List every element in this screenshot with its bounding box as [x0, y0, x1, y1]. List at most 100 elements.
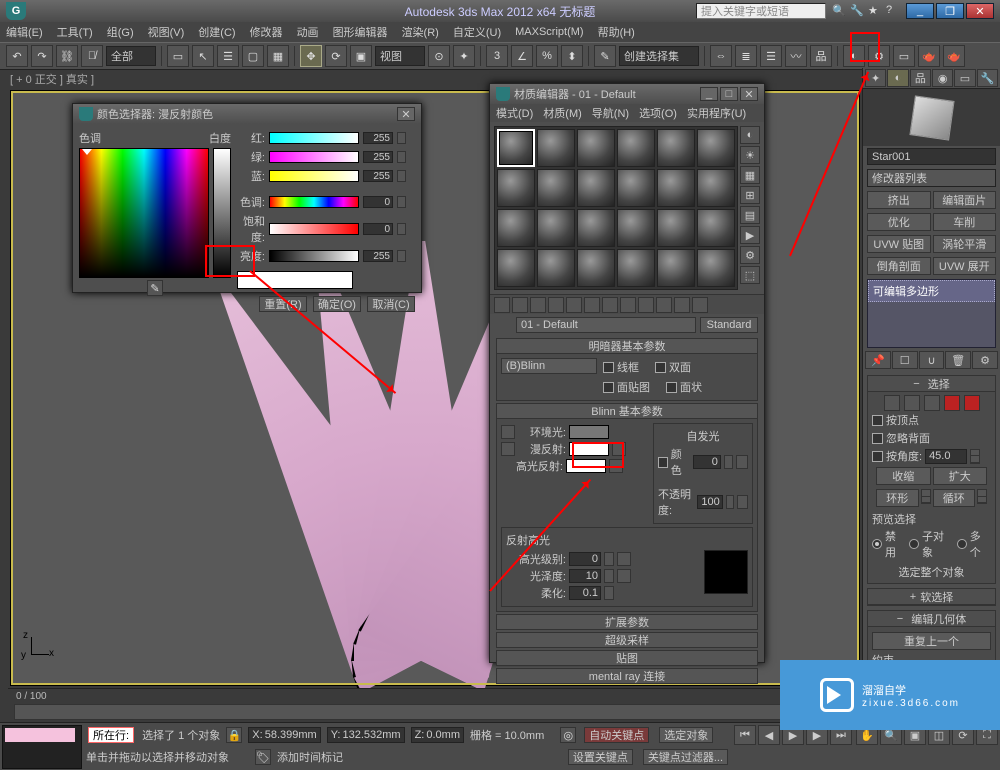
v-slider[interactable]	[269, 250, 359, 262]
btn-optimize[interactable]: 优化	[867, 213, 931, 231]
me-menu-nav[interactable]: 导航(N)	[592, 105, 629, 121]
make-copy[interactable]	[566, 297, 582, 313]
select-region[interactable]: ▢	[242, 45, 264, 67]
facemap-check[interactable]	[603, 382, 614, 393]
wire-check[interactable]	[603, 362, 614, 373]
byangle-check[interactable]	[872, 451, 883, 462]
angle-value[interactable]: 45.0	[925, 449, 967, 464]
soften-spinner[interactable]	[604, 586, 614, 600]
motion-tab[interactable]: ◉	[932, 69, 953, 87]
material-editor-button[interactable]: ◐	[843, 45, 865, 67]
get-material[interactable]	[494, 297, 510, 313]
shader-basic-rollout[interactable]: 明暗器基本参数	[496, 338, 758, 354]
border-subobj[interactable]	[924, 395, 940, 411]
unlink-button[interactable]: ⛓̸	[81, 45, 103, 67]
material-slot[interactable]	[697, 169, 735, 207]
select-by-mat[interactable]: ⬚	[740, 266, 760, 284]
selection-rollout[interactable]: 选择	[868, 376, 995, 392]
script-line-label[interactable]: 所在行:	[88, 727, 134, 743]
snap-button[interactable]: 3	[486, 45, 508, 67]
b-slider[interactable]	[269, 170, 359, 182]
filter-dropdown[interactable]: 全部	[106, 46, 156, 66]
menu-modifiers[interactable]: 修改器	[250, 24, 283, 40]
select-name[interactable]: ☰	[217, 45, 239, 67]
diffuse-lock[interactable]	[501, 442, 515, 456]
pivot-button[interactable]: ⊙	[428, 45, 450, 67]
subobj-radio[interactable]	[909, 539, 919, 549]
me-close[interactable]: ✕	[740, 87, 758, 101]
material-slot[interactable]	[537, 129, 575, 167]
v-spinner[interactable]	[397, 250, 406, 262]
modifier-list[interactable]: 修改器列表	[867, 169, 996, 187]
menu-views[interactable]: 视图(V)	[148, 24, 185, 40]
si-spinner[interactable]	[724, 455, 733, 469]
time-tag[interactable]: 🏷	[255, 749, 271, 765]
h-spinner[interactable]	[397, 196, 406, 208]
me-menu-options[interactable]: 选项(O)	[639, 105, 677, 121]
btn-editpatch[interactable]: 编辑面片	[933, 191, 997, 209]
refcoord-dropdown[interactable]: 视图	[375, 46, 425, 66]
material-slot[interactable]	[657, 129, 695, 167]
menu-help[interactable]: 帮助(H)	[598, 24, 635, 40]
schematic-view[interactable]: 品	[810, 45, 832, 67]
redo-button[interactable]: ↷	[31, 45, 53, 67]
btn-uvwunwrap[interactable]: UVW 展开	[933, 257, 997, 275]
render-button[interactable]: 🫖	[918, 45, 940, 67]
material-slot[interactable]	[537, 249, 575, 287]
prev-frame[interactable]: ◀	[758, 725, 780, 745]
make-unique[interactable]: ∪	[919, 351, 945, 369]
options[interactable]: ⚙	[740, 246, 760, 264]
ambient-swatch[interactable]	[569, 425, 609, 439]
align-button[interactable]: ≣	[735, 45, 757, 67]
btn-extrude[interactable]: 挤出	[867, 191, 931, 209]
z-coord[interactable]: Z:0.0mm	[411, 727, 464, 743]
mat-id[interactable]	[620, 297, 636, 313]
layers-button[interactable]: ☰	[760, 45, 782, 67]
g-slider[interactable]	[269, 151, 359, 163]
undo-button[interactable]: ↶	[6, 45, 28, 67]
link-button[interactable]: ⛓	[56, 45, 78, 67]
material-slot[interactable]	[697, 249, 735, 287]
softsel-rollout[interactable]: +软选择	[868, 589, 995, 605]
loop-spinner[interactable]	[977, 489, 987, 504]
faceted-check[interactable]	[666, 382, 677, 393]
editgeo-rollout[interactable]: 编辑几何体	[868, 611, 995, 627]
remove-mod[interactable]: 🗑	[945, 351, 971, 369]
eyedropper-button[interactable]: ✎	[147, 280, 163, 296]
pin-stack[interactable]: 📌	[865, 351, 891, 369]
key-toggle[interactable]: ◎	[560, 727, 576, 743]
soften-value[interactable]: 0.1	[569, 586, 601, 600]
modify-tab[interactable]: ◐	[887, 69, 908, 87]
r-spinner[interactable]	[397, 132, 406, 144]
ignoreback-check[interactable]	[872, 433, 883, 444]
window-crossing[interactable]: ▦	[267, 45, 289, 67]
material-editor-title-bar[interactable]: 材质编辑器 - 01 - Default _ □ ✕	[490, 84, 764, 104]
ambient-lock[interactable]	[501, 425, 515, 439]
mirror-button[interactable]: ⇔	[710, 45, 732, 67]
material-slot[interactable]	[497, 249, 535, 287]
rotate-button[interactable]: ⟳	[325, 45, 347, 67]
menu-customize[interactable]: 自定义(U)	[453, 24, 501, 40]
mentalray-rollout[interactable]: mental ray 连接	[496, 668, 758, 684]
menu-maxscript[interactable]: MAXScript(M)	[515, 26, 583, 38]
off-radio[interactable]	[872, 539, 882, 549]
modifier-stack[interactable]: 可编辑多边形	[867, 279, 996, 347]
y-coord[interactable]: Y:132.532mm	[327, 727, 405, 743]
speclevel-value[interactable]: 0	[569, 552, 601, 566]
asnap-button[interactable]: ∠	[511, 45, 533, 67]
material-slot[interactable]	[617, 209, 655, 247]
material-slot[interactable]	[617, 249, 655, 287]
material-slot[interactable]	[497, 209, 535, 247]
show-end-result[interactable]: ☐	[892, 351, 918, 369]
ok-button[interactable]: 确定(O)	[313, 296, 361, 312]
opacity-map[interactable]	[737, 495, 748, 509]
menu-group[interactable]: 组(G)	[107, 24, 134, 40]
move-button[interactable]: ✥	[300, 45, 322, 67]
lock-selection[interactable]: 🔒	[226, 727, 242, 743]
g-value[interactable]: 255	[363, 151, 393, 163]
ring-spinner[interactable]	[921, 489, 931, 504]
gloss-spinner[interactable]	[604, 569, 614, 583]
s-slider[interactable]	[269, 223, 359, 235]
make-unique[interactable]	[584, 297, 600, 313]
viewcube[interactable]	[863, 89, 1000, 145]
